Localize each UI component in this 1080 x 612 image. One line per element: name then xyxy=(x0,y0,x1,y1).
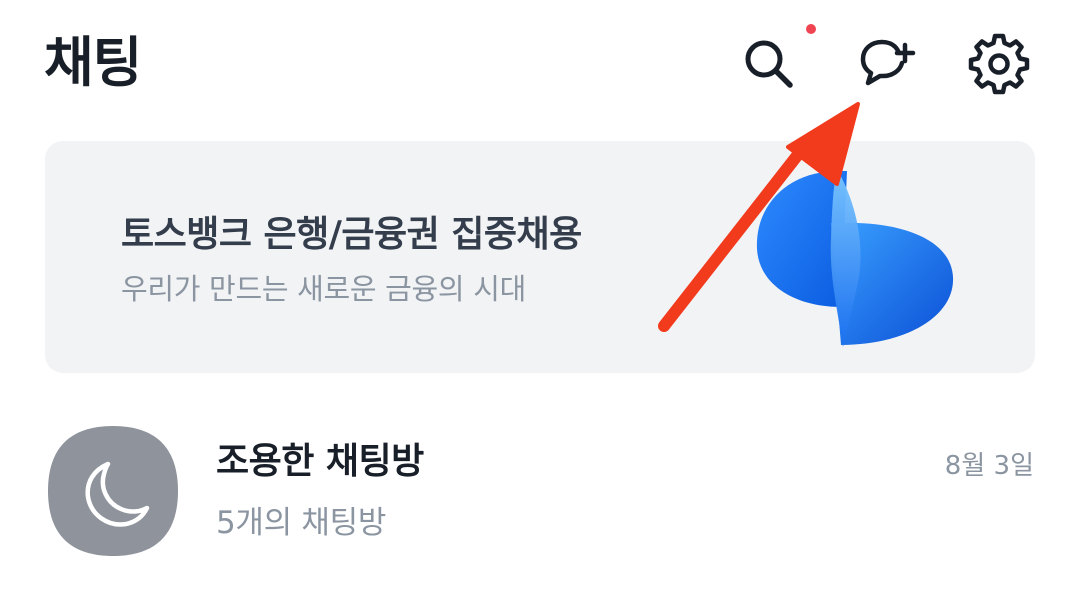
promo-banner[interactable]: 토스뱅크 은행/금융권 집중채용 우리가 만드는 새로운 금융의 시대 xyxy=(45,141,1035,373)
toss-blue-logo xyxy=(756,169,954,347)
gear-icon xyxy=(968,33,1030,95)
new-chat-button[interactable] xyxy=(851,28,923,100)
notification-dot xyxy=(806,24,816,34)
chat-room-date: 8월 3일 xyxy=(944,451,1034,481)
chat-room-title: 조용한 채팅방 xyxy=(216,441,424,482)
search-button[interactable] xyxy=(733,28,805,100)
settings-button[interactable] xyxy=(963,28,1035,100)
chat-screen: 채팅 토스뱅크 은행/금융권 집중채용 우리가 만드는 새로운 금융의 시대 조… xyxy=(0,0,1080,612)
banner-subtitle: 우리가 만드는 새로운 금융의 시대 xyxy=(121,272,526,306)
search-icon xyxy=(745,40,793,88)
chat-room-subtitle: 5개의 채팅방 xyxy=(216,505,387,541)
page-title: 채팅 xyxy=(44,31,142,94)
avatar xyxy=(48,426,178,556)
chat-plus-icon xyxy=(860,39,916,86)
banner-title: 토스뱅크 은행/금융권 집중채용 xyxy=(121,214,582,255)
list-item[interactable]: 조용한 채팅방 5개의 채팅방 8월 3일 xyxy=(0,400,1080,580)
